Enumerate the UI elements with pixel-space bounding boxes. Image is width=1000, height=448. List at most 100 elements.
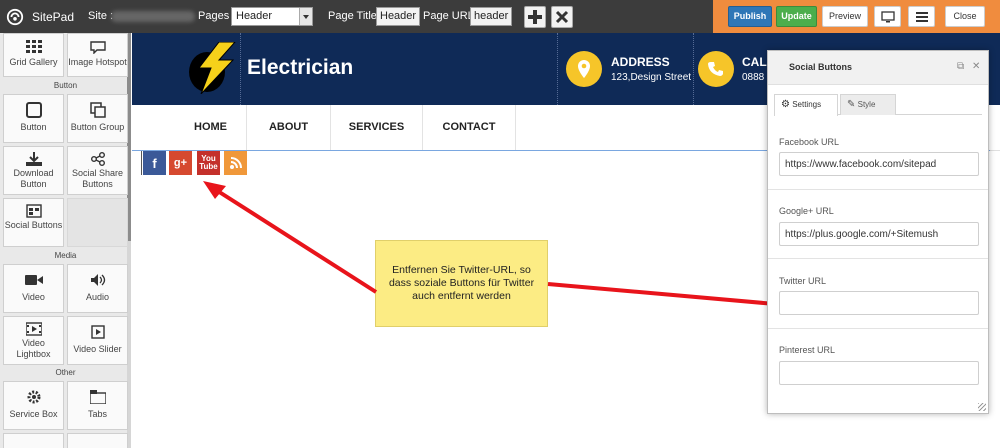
widget-label: Audio: [85, 292, 110, 302]
widget-video[interactable]: Video: [3, 264, 64, 313]
gear-icon: ⚙: [781, 99, 790, 110]
menu-button[interactable]: [908, 6, 935, 27]
video-camera-icon: [4, 268, 63, 292]
social-buttons-icon: [4, 202, 63, 220]
annotation-callout: Entfernen Sie Twitter-URL, so dass sozia…: [375, 240, 548, 327]
add-page-button[interactable]: [524, 6, 546, 28]
nav-about[interactable]: ABOUT: [247, 105, 331, 150]
text-cursor: [141, 151, 142, 175]
facebook-url-label: Facebook URL: [779, 137, 840, 147]
chevron-down-icon: [299, 8, 312, 25]
lightning-bolt-logo-icon: [189, 42, 236, 94]
social-buttons-panel: Social Buttons ⧉ ✕ ⚙ Settings ✎ Style Fa…: [767, 50, 989, 414]
chat-bubble-icon: [68, 37, 127, 57]
arrow-to-social-icons: [211, 186, 378, 294]
widget-social-share-buttons[interactable]: Social Share Buttons: [67, 146, 128, 195]
share-icon: [68, 150, 127, 168]
widget-service-box[interactable]: Service Box: [3, 381, 64, 430]
address-title: ADDRESS: [611, 55, 670, 69]
sitepad-logo-icon: [6, 8, 24, 25]
widget-button-group[interactable]: Button Group: [67, 94, 128, 143]
divider: [768, 258, 988, 259]
panel-tabs: ⚙ Settings ✎ Style: [774, 93, 982, 116]
page-title-label: Page Title:: [328, 10, 380, 22]
widget-download-button[interactable]: Download Button: [3, 146, 64, 195]
widget-tabs[interactable]: Tabs: [67, 381, 128, 430]
widget-social-buttons[interactable]: Social Buttons: [3, 198, 64, 247]
square-icon: [4, 98, 63, 122]
twitter-url-label: Twitter URL: [779, 276, 827, 286]
arrow-to-twitter-field: [547, 282, 776, 306]
widget-image-hotspot[interactable]: Image Hotspot: [67, 33, 128, 77]
pages-select[interactable]: Header: [231, 7, 313, 26]
publish-button[interactable]: Publish: [728, 6, 772, 27]
resize-handle-icon[interactable]: [978, 403, 986, 411]
widget-label: Video Lightbox: [16, 338, 51, 359]
delete-page-button[interactable]: [551, 6, 573, 28]
phone-icon: [698, 51, 734, 87]
tab-label: Settings: [792, 100, 822, 109]
brand-name: SitePad: [32, 9, 75, 24]
divider: [768, 328, 988, 329]
widget-label: Video Slider: [73, 344, 122, 354]
panel-title: Social Buttons: [789, 62, 853, 72]
close-icon[interactable]: ✕: [972, 61, 980, 72]
popout-icon[interactable]: ⧉: [957, 61, 964, 72]
page-url-input[interactable]: header: [470, 7, 513, 26]
section-label-media: Media: [54, 251, 77, 260]
grid-icon: [4, 37, 63, 57]
page-title-input[interactable]: Header: [376, 7, 421, 26]
download-icon: [4, 150, 63, 168]
tab-settings[interactable]: ⚙ Settings: [774, 94, 838, 116]
monitor-icon: [880, 10, 895, 22]
googleplus-url-label: Google+ URL: [779, 206, 834, 216]
site-name: Electrician: [247, 56, 354, 79]
tabs-icon: [68, 385, 127, 409]
update-button[interactable]: Update: [776, 6, 817, 27]
panel-header[interactable]: Social Buttons ⧉ ✕: [768, 51, 988, 85]
pages-label: Pages :: [198, 10, 236, 22]
rss-icon[interactable]: [224, 151, 247, 175]
play-square-icon: [68, 320, 127, 344]
speaker-icon: [68, 268, 127, 292]
widget-label: Download Button: [13, 168, 54, 189]
divider: [768, 189, 988, 190]
widget-label: Tabs: [87, 409, 107, 419]
close-icon: [555, 10, 569, 24]
preview-button[interactable]: Preview: [822, 6, 868, 27]
widget-label: Grid Gallery: [9, 57, 58, 67]
widget-label: Social Share Buttons: [71, 168, 124, 189]
facebook-icon[interactable]: f: [143, 151, 166, 175]
widget-button[interactable]: Button: [3, 94, 64, 143]
close-button[interactable]: Close: [945, 6, 985, 27]
film-icon: [4, 320, 63, 338]
youtube-icon[interactable]: You Tube: [197, 151, 220, 175]
widget-video-slider[interactable]: Video Slider: [67, 316, 128, 365]
pages-select-value: Header: [236, 10, 273, 22]
twitter-url-input[interactable]: [779, 291, 979, 315]
location-pin-icon: [566, 51, 602, 87]
site-name-blurred: [111, 11, 195, 22]
nav-contact[interactable]: CONTACT: [423, 105, 516, 150]
pinterest-url-label: Pinterest URL: [779, 345, 836, 355]
google-plus-icon[interactable]: g+: [169, 151, 192, 175]
googleplus-url-input[interactable]: [779, 222, 979, 246]
pinterest-url-input[interactable]: [779, 361, 979, 385]
brand: SitePad: [6, 0, 74, 33]
nav-services[interactable]: SERVICES: [331, 105, 423, 150]
tab-style[interactable]: ✎ Style: [840, 94, 896, 115]
widget-partial[interactable]: [67, 433, 128, 448]
brush-icon: ✎: [847, 99, 856, 110]
nav-home[interactable]: HOME: [175, 105, 247, 150]
widget-grid-gallery[interactable]: Grid Gallery: [3, 33, 64, 77]
widget-partial[interactable]: [3, 433, 64, 448]
facebook-url-input[interactable]: [779, 152, 979, 176]
section-label-button: Button: [53, 81, 78, 90]
empty-tile: [67, 198, 128, 247]
widget-audio[interactable]: Audio: [67, 264, 128, 313]
widget-label: Video: [22, 292, 45, 302]
widget-video-lightbox[interactable]: Video Lightbox: [3, 316, 64, 365]
hamburger-icon: [915, 11, 928, 22]
copy-icon: [68, 98, 127, 122]
desktop-view-button[interactable]: [874, 6, 901, 27]
